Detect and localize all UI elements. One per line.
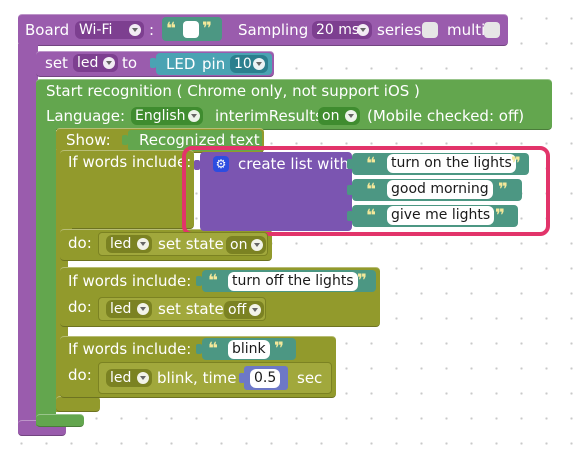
mobile-note: (Mobile checked: off): [367, 107, 525, 125]
to-label: to: [122, 54, 138, 72]
chevron-down-icon: [188, 110, 200, 122]
led-variable-dropdown[interactable]: led: [73, 54, 118, 72]
text-field[interactable]: turn off the lights: [228, 272, 358, 291]
do-label: do:: [68, 366, 92, 384]
board-block-spine: [18, 44, 38, 436]
sampling-label: Sampling: [238, 21, 309, 39]
set-state-label: set state: [158, 300, 224, 318]
if-words-include-label: If words include:: [68, 272, 192, 290]
pin-label: pin: [202, 55, 226, 73]
chevron-down-icon: [137, 303, 149, 315]
quote-open-icon: ❝: [208, 339, 218, 359]
multi-label: multi: [447, 21, 486, 39]
chevron-down-icon: [357, 24, 369, 36]
set-label: set: [45, 54, 68, 72]
recognition-block-foot: [36, 414, 84, 427]
sec-label: sec: [297, 369, 323, 387]
recognition-block-spine: [36, 126, 56, 426]
state-dropdown[interactable]: off: [224, 301, 264, 319]
interim-results-label: interimResults:: [215, 107, 328, 125]
state-dropdown[interactable]: on: [226, 236, 266, 254]
led-variable-dropdown[interactable]: led: [106, 369, 152, 387]
series-checkbox[interactable]: [422, 22, 438, 38]
chevron-down-icon: [137, 372, 149, 384]
chevron-down-icon: [129, 24, 141, 36]
sampling-dropdown[interactable]: 20 ms: [312, 21, 372, 39]
language-label: Language:: [46, 107, 126, 125]
language-dropdown[interactable]: English: [131, 107, 203, 125]
highlight-box: [182, 146, 550, 236]
time-field[interactable]: 0.5: [250, 369, 281, 388]
chevron-down-icon: [253, 58, 265, 70]
quote-open-icon: ❝: [166, 19, 176, 39]
blink-time-label: blink, time: [157, 369, 237, 387]
multi-checkbox[interactable]: [484, 22, 500, 38]
text-field[interactable]: blink: [228, 340, 270, 359]
series-label: series: [377, 21, 422, 39]
chevron-down-icon: [137, 238, 149, 250]
chevron-down-icon: [249, 304, 261, 316]
board-type-dropdown[interactable]: Wi-Fi: [75, 21, 144, 39]
quote-open-icon: ❝: [208, 271, 218, 291]
show-block-foot: [56, 396, 100, 412]
board-colon: :: [149, 21, 155, 39]
board-label: Board: [25, 21, 70, 39]
quote-close-icon: ❞: [357, 271, 367, 291]
quote-close-icon: ❞: [202, 19, 212, 39]
chevron-down-icon: [251, 239, 263, 251]
set-state-label: set state: [158, 235, 224, 253]
if-words-include-label: If words include:: [68, 153, 192, 171]
interim-results-dropdown[interactable]: on: [318, 107, 360, 125]
chevron-down-icon: [103, 57, 115, 69]
if-words-include-label: If words include:: [68, 340, 192, 358]
do-label: do:: [68, 234, 92, 252]
led-label: LED: [166, 55, 196, 73]
quote-close-icon: ❞: [274, 339, 284, 359]
pin-dropdown[interactable]: 10: [230, 55, 268, 73]
do-label: do:: [68, 298, 92, 316]
led-variable-dropdown[interactable]: led: [106, 235, 152, 253]
led-variable-dropdown[interactable]: led: [106, 300, 152, 318]
show-label: Show:: [66, 131, 111, 149]
chevron-down-icon: [345, 110, 357, 122]
empty-text-field[interactable]: [183, 21, 199, 38]
recognition-title: Start recognition ( Chrome only, not sup…: [46, 82, 420, 100]
